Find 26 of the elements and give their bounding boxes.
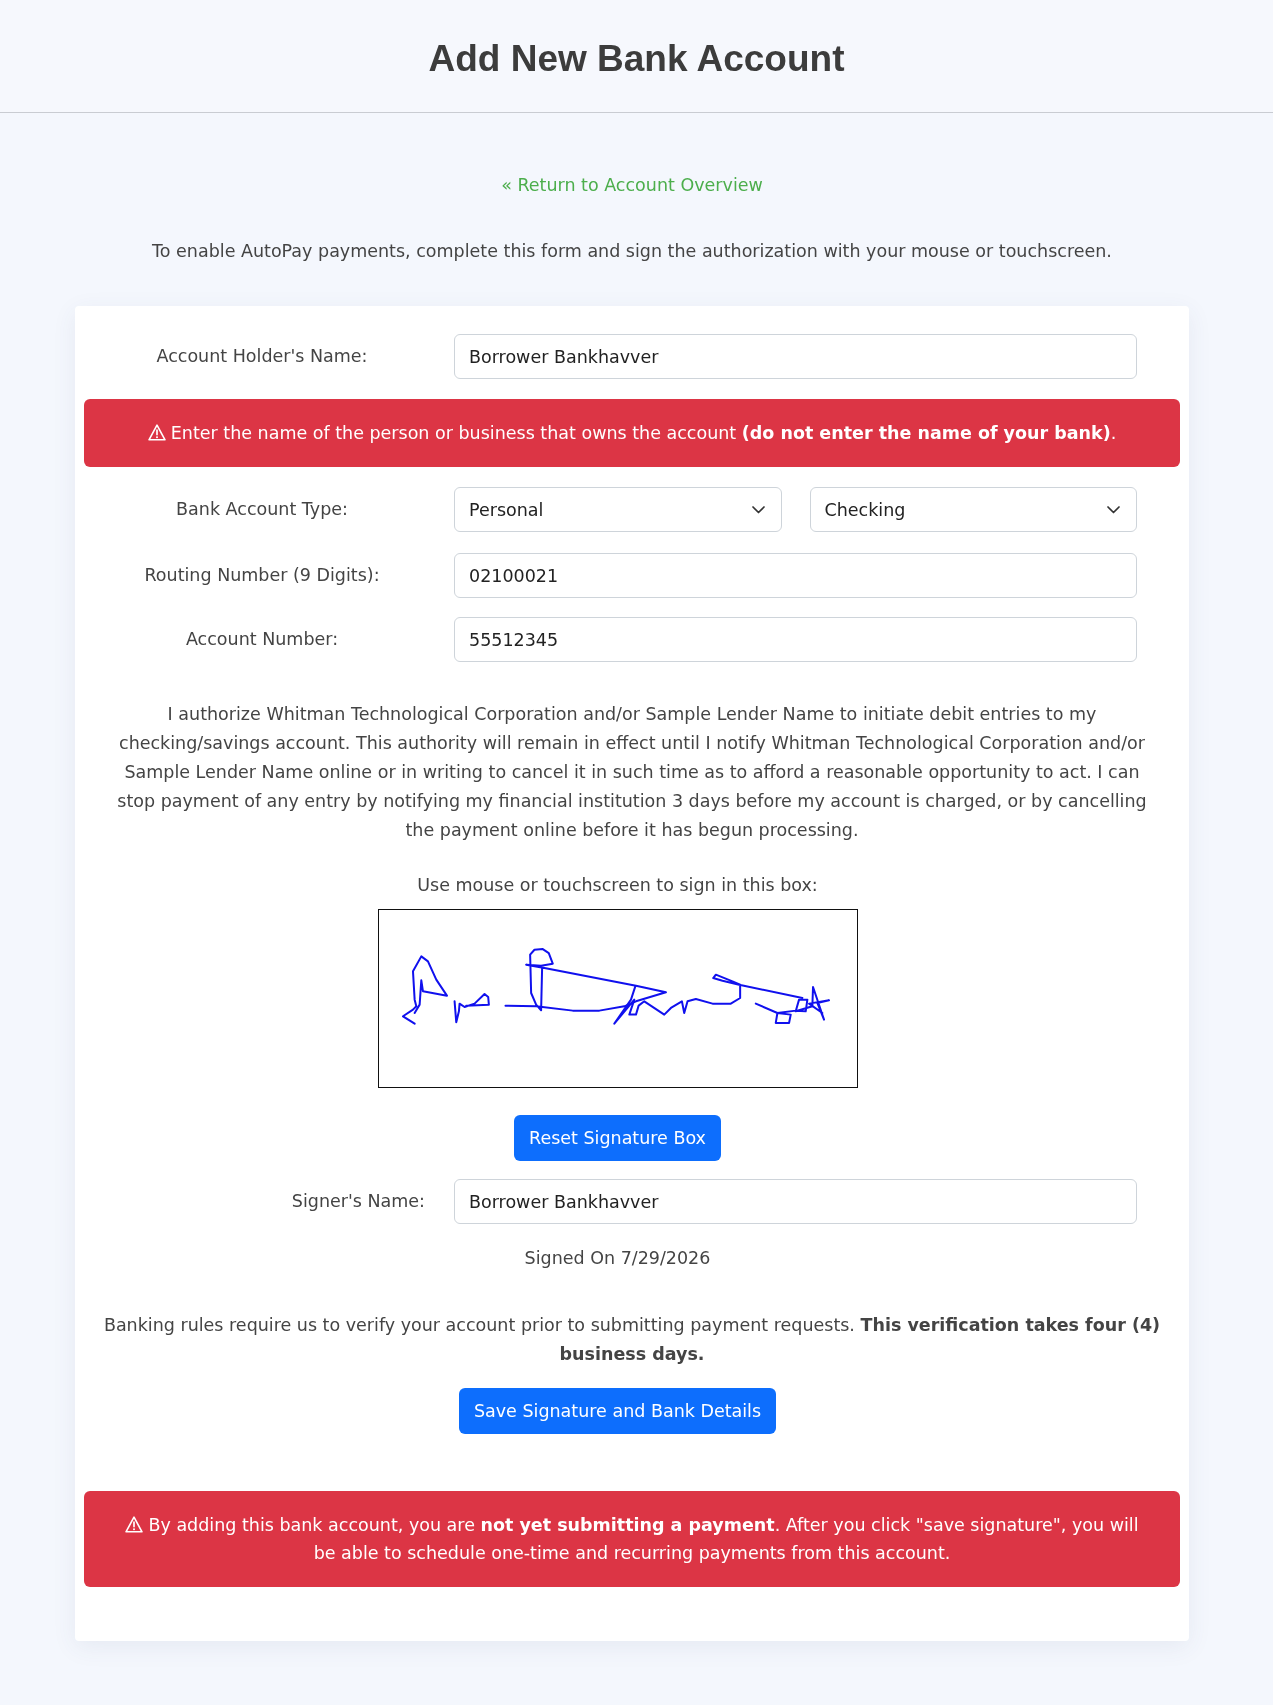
text-input[interactable]: Borrower Bankhavver [454,334,1137,379]
text-input[interactable]: 55512345 [454,617,1137,662]
warning-icon [147,424,166,441]
intro-text: To enable AutoPay payments, complete this form and sign the authorization with your mouse or touchscreen. [152,240,1112,263]
text-input[interactable]: 02100021 [454,553,1137,598]
signature-pad[interactable] [377,909,858,1088]
alert-text: By adding this bank account, you are not yet submitting a payment. After you click "save signature", you will be able to schedule one-time and recurring payments from this account. [148,1515,1139,1563]
authorization-text: I authorize Whitman Technological Corporation and/or Sample Lender Name to initiate debit entries to my checking/savings account. This authority will remain in effect until I notify Whitman Technological Corporation and/or Sample Lender Name online or in writing to cancel it in such time as to afford a reasonable opportunity to act. I can stop payment of any entry by notifying my financial institution 3 days before my account is charged, or by cancelling the payment online before it has begun processing. [116,703,1148,842]
warning-icon [125,1516,144,1533]
reset-signature-button[interactable]: Reset Signature Box [514,1115,721,1161]
chevron-down-icon [751,505,765,514]
field-label: Signer's Name: [290,1190,426,1213]
select-dropdown[interactable]: Personal [454,487,782,532]
alert-text: Enter the name of the person or business that owns the account (do not enter the name of your bank). [170,423,1117,443]
text-input[interactable]: Borrower Bankhavver [454,1179,1137,1224]
field-label: Account Number: [184,628,340,651]
select-dropdown[interactable]: Checking [809,487,1137,532]
field-label: Routing Number (9 Digits): [143,564,381,587]
verification-note: Banking rules require us to verify your account prior to submitting payment requests. This verification takes four (4) business days. [102,1314,1162,1366]
chevron-down-icon [1107,505,1120,514]
page-title: Add New Bank Account [427,37,846,81]
field-label: Bank Account Type: [175,498,349,521]
save-button[interactable]: Save Signature and Bank Details [458,1388,777,1434]
signed-date: Signed On 7/29/2026 [524,1247,711,1270]
signature-prompt: Use mouse or touchscreen to sign in this box: [417,874,818,897]
field-label: Account Holder's Name: [155,345,369,368]
